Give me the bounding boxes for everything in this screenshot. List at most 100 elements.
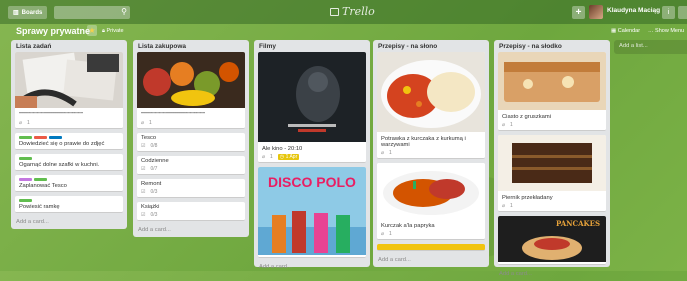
card-title: Remont [141,181,162,187]
boards-icon: ▥ [13,10,19,16]
card[interactable]: DISCO POLO [258,167,366,258]
checklist-icon: ☑ [141,143,146,149]
card[interactable]: Piernik przekładany ⌀ 1 [498,135,606,212]
card[interactable]: """"""""""""""""""""""""""""""" ⌀ 1 [137,52,245,129]
card-cover-image [377,52,485,132]
attachment-count: 1 [389,150,392,156]
card-title: """"""""""""""""""""""""""""""" [19,112,83,118]
notifications-button[interactable] [678,6,687,19]
attachment-count: 1 [389,231,392,237]
card-cover-image: PANCAKES [498,216,606,262]
list-title[interactable]: Przepisy - na słono [373,40,489,52]
card-title: Książki [141,204,160,210]
card-title: Tesco [141,135,157,141]
card[interactable]: Ogarnąć dolne szafki w kuchni. [15,154,123,171]
card[interactable]: PANCAKES [498,216,606,265]
card[interactable]: Książki ☑ 0/3 [137,202,245,221]
card-cover-image [137,52,245,108]
calendar-icon: ▦ [611,28,617,34]
clock-icon: ◷ [279,154,285,160]
boards-button[interactable]: ▥ Boards [8,6,48,19]
card-title: Piernik przekładany [502,195,553,201]
more-icon: … [648,28,654,34]
attachment-icon: ⌀ [381,150,385,156]
add-card-button[interactable]: Add a card... [11,217,127,229]
card[interactable]: Dowiedzieć się o prawie do zdjęć [15,133,123,150]
card-title: Ciasto z gruszkami [502,114,551,120]
boards-label: Boards [21,9,43,16]
visibility-label: Private [106,28,124,34]
card[interactable]: Powiesić ramkę [15,196,123,213]
card[interactable]: Ale kino - 20:10 ⌀ 1 ◷ 1 Apr [258,52,366,163]
attachment-icon: ⌀ [262,154,266,160]
card-cover-image: DISCO POLO [258,167,366,255]
calendar-button[interactable]: ▦ Calendar [611,28,640,34]
attachment-icon: ⌀ [381,231,385,237]
add-card-button[interactable]: Add a card... [133,225,249,237]
poster-title: PANCAKES [556,219,600,228]
card[interactable]: Potrawka z kurczaka z kurkumą i warzywam… [377,52,485,159]
add-button[interactable]: + [572,6,585,19]
card-title: """"""""""""""""""""""""""""""" [141,112,205,118]
card-cover-image [498,52,606,110]
trello-logo[interactable]: Trello [330,5,375,18]
card-label [19,199,32,202]
board-title[interactable]: Sprawy prywatne [16,26,90,36]
attachment-count: 1 [510,122,513,128]
calendar-label: Calendar [617,28,641,34]
card[interactable] [377,244,485,251]
attachment-count: 1 [270,154,273,160]
card-title: Ogarnąć dolne szafki w kuchni. [19,162,100,168]
card[interactable]: Remont ☑ 0/3 [137,179,245,198]
lock-icon: 🔒︎ [102,28,105,34]
add-list-button[interactable]: Add a list... [614,40,687,54]
card[interactable]: Zaplanować Tesco [15,175,123,192]
attachment-count: 1 [27,120,30,126]
card[interactable]: Ciasto z gruszkami ⌀ 1 [498,52,606,131]
list-lista-zadan: Lista zadań """"""""""""""""""""""""""""… [11,40,127,229]
card[interactable]: Tesco ☑ 0/8 [137,133,245,152]
checklist-count: 0/7 [150,166,158,172]
card-title: Dowiedzieć się o prawie do zdjęć [19,141,105,147]
card-title: Codzienne [141,158,169,164]
card-title: Kurczak a'la papryka [381,223,435,229]
list-title[interactable]: Lista zakupowa [133,40,249,52]
card-title: Powiesić ramkę [19,204,60,210]
list-title[interactable]: Filmy [254,40,370,52]
checklist-icon: ☑ [141,166,146,172]
card[interactable]: Codzienne ☑ 0/7 [137,156,245,175]
attachment-icon: ⌀ [19,120,23,126]
list-przepisy-na-slono: Przepisy - na słono Potrawka z kurczaka … [373,40,489,267]
attachment-icon: ⌀ [502,122,506,128]
star-icon[interactable]: ★ [87,25,97,36]
list-title[interactable]: Przepisy - na słodko [494,40,610,52]
show-menu-button[interactable]: … Show Menu [648,28,684,34]
list-title[interactable]: Lista zadań [11,40,127,52]
add-card-button[interactable]: Add a card... [373,255,489,267]
search-input[interactable]: ⚲ [54,6,130,19]
list-przepisy-na-slodko: Przepisy - na słodko Ciasto z gruszkami … [494,40,610,277]
visibility-button[interactable]: 🔒︎ Private [102,28,124,35]
add-card-button[interactable]: Add a card... [254,262,370,274]
card-cover-image [15,52,123,108]
card-title: Potrawka z kurczaka z kurkumą i warzywam… [381,136,466,148]
card-label [49,136,62,139]
list-filmy: Filmy Ale kino - 20:10 ⌀ 1 ◷ 1 Apr DISCO … [254,40,370,270]
checklist-icon: ☑ [141,189,146,195]
card-label [34,136,47,139]
card-label [19,136,32,139]
info-button[interactable]: i [662,6,675,19]
card[interactable]: """"""""""""""""""""""""""""""" ⌀ 1 [15,52,123,129]
attachment-count: 1 [510,203,513,209]
card-label [34,178,47,181]
avatar[interactable] [589,5,603,19]
attachment-icon: ⌀ [141,120,145,126]
card-label [19,178,32,181]
logo-text: Trello [342,5,375,18]
card[interactable]: Kurczak a'la papryka ⌀ 1 [377,163,485,240]
poster-title: DISCO POLO [268,174,356,190]
user-name[interactable]: Klaudyna Maciąg [607,7,660,14]
card-cover-image [258,52,366,142]
checklist-count: 0/3 [150,189,158,195]
attachment-icon: ⌀ [502,203,506,209]
